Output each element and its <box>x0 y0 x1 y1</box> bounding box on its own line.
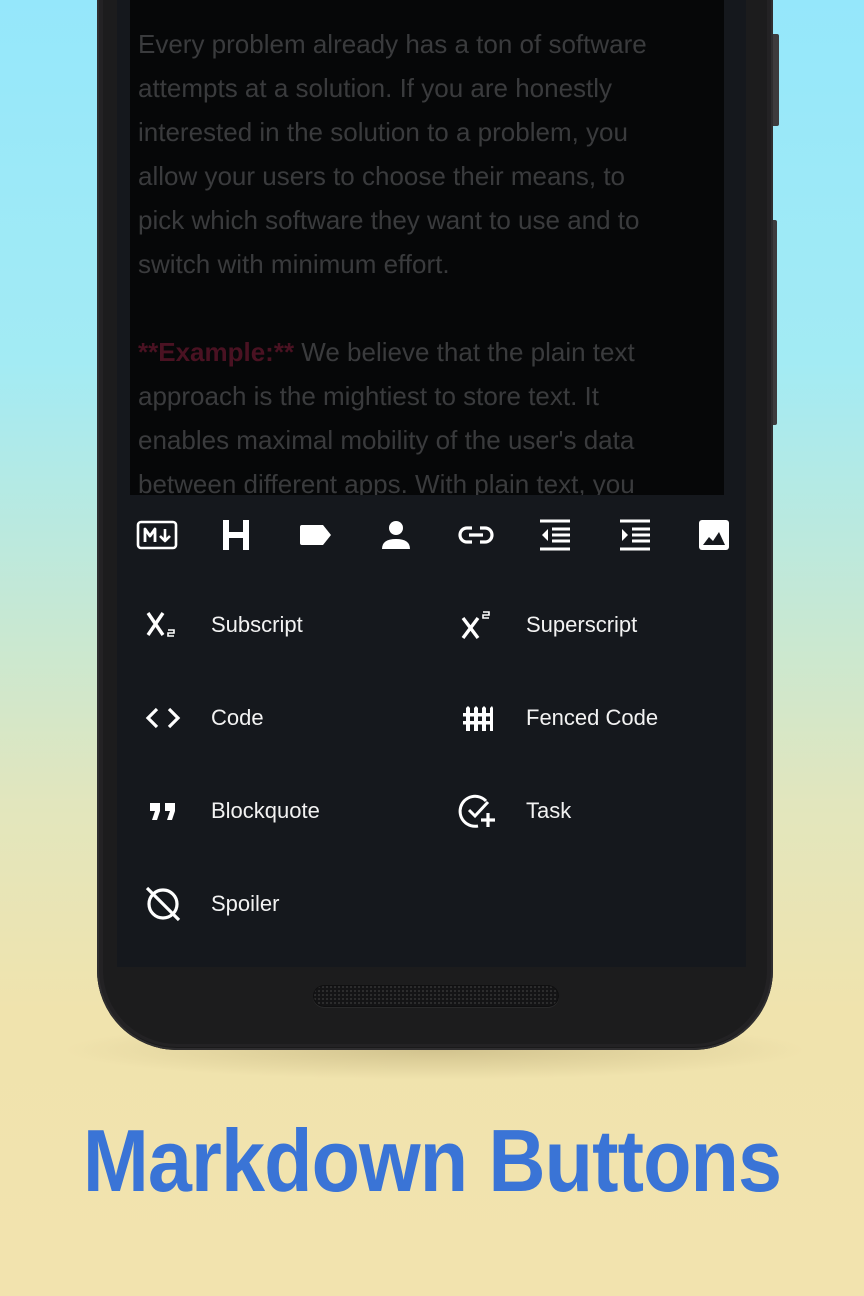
spoiler-icon <box>138 879 188 929</box>
speaker-grill <box>313 985 559 1007</box>
volume-button <box>773 220 777 425</box>
markdown-button[interactable] <box>135 513 179 557</box>
editor-line: interested in the solution to a problem,… <box>138 117 628 147</box>
spoiler-option[interactable]: Spoiler <box>138 874 279 934</box>
heading-button[interactable] <box>214 513 258 557</box>
code-option[interactable]: Code <box>138 688 264 748</box>
subscript-label: Subscript <box>211 612 303 637</box>
superscript-label: Superscript <box>526 612 638 637</box>
editor-line: attempts at a solution. If you are hones… <box>138 73 613 103</box>
editor-blank-line <box>130 286 724 330</box>
link-icon <box>458 526 494 544</box>
fenced-code-label: Fenced Code <box>526 705 659 730</box>
task-option[interactable]: Task <box>453 781 571 841</box>
indent-button[interactable] <box>613 513 657 557</box>
quote-icon <box>138 786 188 836</box>
subscript-option[interactable]: Subscript <box>138 595 303 655</box>
spoiler-label: Spoiler <box>211 891 280 916</box>
task-add-icon <box>453 786 503 836</box>
image-icon <box>699 520 729 550</box>
markdown-extras-menu: Subscript Superscript Code Fenced Code B… <box>117 575 746 967</box>
unindent-button[interactable] <box>533 513 577 557</box>
editor-line: approach is the mightiest to store text.… <box>138 381 600 411</box>
superscript-option[interactable]: Superscript <box>453 595 637 655</box>
indent-increase-icon <box>620 519 650 551</box>
editor-line: Every problem already has a ton of softw… <box>138 29 647 59</box>
editor-text-area[interactable]: Every problem already has a ton of softw… <box>130 0 724 495</box>
superscript-icon <box>453 600 503 650</box>
tag-button[interactable] <box>294 513 338 557</box>
editor-line: pick which software they want to use and… <box>138 205 640 235</box>
editor-line: allow your users to choose their means, … <box>138 161 626 191</box>
code-icon <box>138 693 188 743</box>
editor-line: between different apps. With plain text,… <box>138 469 635 495</box>
fence-icon <box>453 693 503 743</box>
editor-line: enables maximal mobility of the user's d… <box>138 425 635 455</box>
markdown-icon <box>136 520 178 550</box>
editor-text: We believe that the plain text <box>294 337 635 367</box>
subscript-icon <box>138 600 188 650</box>
link-button[interactable] <box>454 513 498 557</box>
mention-button[interactable] <box>374 513 418 557</box>
indent-decrease-icon <box>540 519 570 551</box>
fenced-code-option[interactable]: Fenced Code <box>453 688 658 748</box>
markdown-toolbar <box>117 495 746 575</box>
label-icon <box>300 525 331 545</box>
heading-icon <box>223 520 249 550</box>
person-icon <box>382 521 410 549</box>
editor-line: **Example:** We believe that the plain t… <box>130 330 724 374</box>
code-label: Code <box>211 705 264 730</box>
blockquote-option[interactable]: Blockquote <box>138 781 320 841</box>
power-button <box>773 34 779 126</box>
bold-markup: **Example:** <box>138 337 295 367</box>
editor-line: switch with minimum effort. <box>138 249 450 279</box>
task-label: Task <box>526 798 572 823</box>
blockquote-label: Blockquote <box>211 798 320 823</box>
image-button[interactable] <box>692 513 736 557</box>
app-screen: Every problem already has a ton of softw… <box>117 0 746 967</box>
promo-headline: Markdown Buttons <box>82 1111 782 1210</box>
